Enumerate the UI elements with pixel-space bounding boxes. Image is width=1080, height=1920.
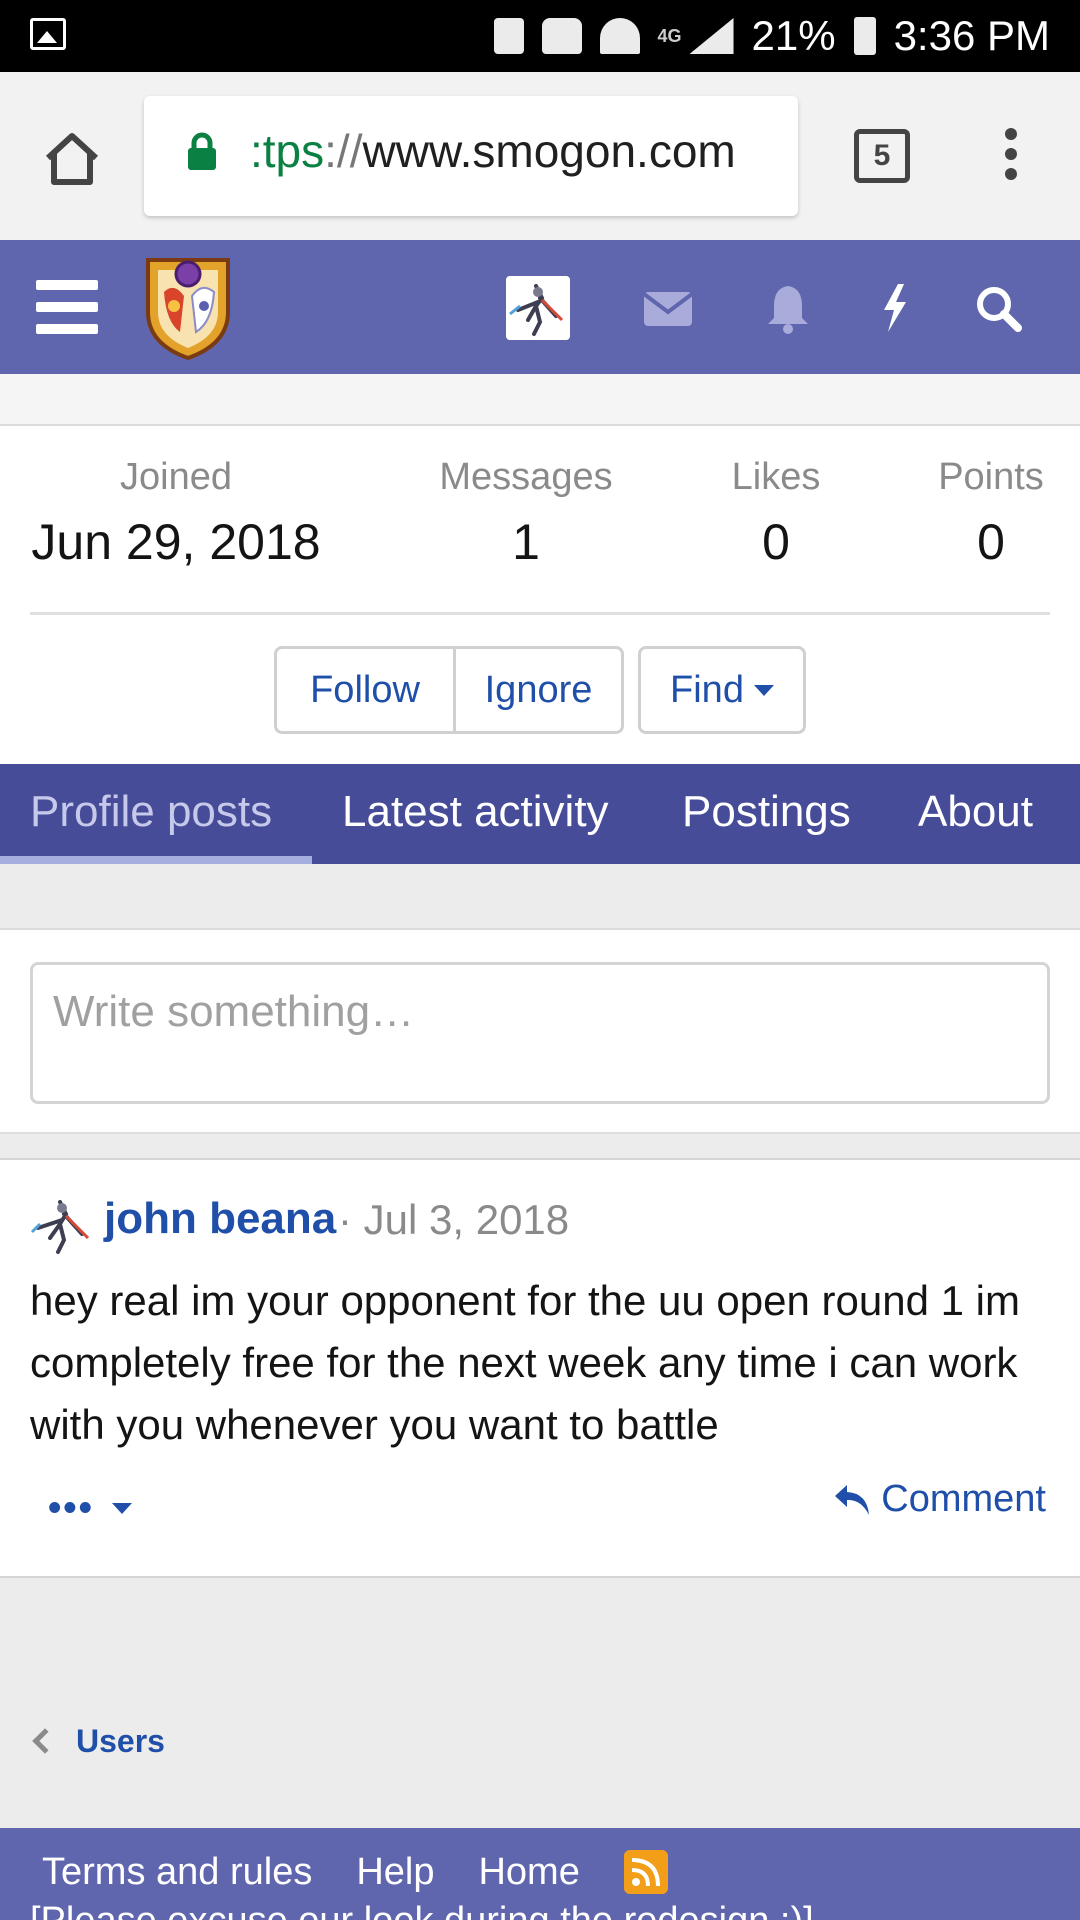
url-host: www.smogon.com xyxy=(362,125,736,177)
tab-latest-activity[interactable]: Latest activity xyxy=(342,764,609,864)
stat-value: 0 xyxy=(762,514,790,570)
stat-label: Messages xyxy=(439,456,613,498)
battery-percent: 21% xyxy=(751,12,836,59)
stat-label: Joined xyxy=(120,456,232,498)
profile-stats-card: Joined Jun 29, 2018 Messages 1 Likes 0 P… xyxy=(0,374,1080,764)
home-icon[interactable] xyxy=(42,128,102,188)
status-icons: 4G 21% 3:36 PM xyxy=(493,12,1050,60)
composer-section: Write something… xyxy=(0,928,1080,1134)
reply-icon xyxy=(835,1484,870,1515)
mail-icon[interactable] xyxy=(640,280,696,336)
stat-messages: Messages 1 xyxy=(420,456,632,571)
footer-links: Terms and rules Help Home xyxy=(42,1850,668,1894)
find-button[interactable]: Find xyxy=(641,649,803,731)
ignore-button[interactable]: Ignore xyxy=(453,649,621,731)
comment-label: Comment xyxy=(881,1478,1046,1520)
chevron-left-icon xyxy=(32,1728,58,1754)
stat-likes: Likes 0 xyxy=(706,456,846,571)
stat-label: Likes xyxy=(731,456,821,498)
sim-icon xyxy=(493,18,524,54)
battery-icon xyxy=(853,17,876,55)
bell-icon[interactable] xyxy=(760,280,816,336)
footer-link-terms[interactable]: Terms and rules xyxy=(42,1851,312,1894)
site-footer: Terms and rules Help Home [Please excuse… xyxy=(0,1828,1080,1920)
network-type: 4G xyxy=(657,25,682,46)
stat-value: 0 xyxy=(977,514,1005,570)
post-author-link[interactable]: john beana xyxy=(104,1194,336,1244)
signal-icon xyxy=(689,18,734,54)
find-label: Find xyxy=(670,668,744,711)
write-something-input[interactable]: Write something… xyxy=(30,962,1050,1104)
stat-value: Jun 29, 2018 xyxy=(31,514,321,570)
status-bar: 4G 21% 3:36 PM xyxy=(0,0,1080,72)
profile-post: john beana · Jul 3, 2018 hey real im you… xyxy=(0,1158,1080,1578)
tab-profile-posts[interactable]: Profile posts xyxy=(30,764,272,864)
active-tab-indicator xyxy=(0,856,312,864)
chevron-down-icon xyxy=(753,684,774,696)
gallery-icon xyxy=(30,18,66,50)
url-scheme: :tps xyxy=(250,125,325,177)
stat-label: Points xyxy=(938,456,1044,498)
bolt-icon[interactable] xyxy=(866,280,922,336)
site-logo[interactable] xyxy=(138,252,238,362)
footer-link-help[interactable]: Help xyxy=(356,1851,434,1894)
lock-icon xyxy=(188,132,216,170)
divider xyxy=(30,612,1050,615)
stat-value: 1 xyxy=(512,514,540,570)
profile-header-edge xyxy=(0,374,1080,426)
tab-postings[interactable]: Postings xyxy=(682,764,851,864)
follow-button[interactable]: Follow xyxy=(277,649,453,731)
hamburger-icon[interactable] xyxy=(36,280,98,334)
chevron-down-icon xyxy=(111,1502,132,1514)
url-separator: :// xyxy=(324,125,363,177)
rss-icon[interactable] xyxy=(623,1850,668,1894)
more-dots: ••• xyxy=(48,1486,94,1529)
post-date[interactable]: · Jul 3, 2018 xyxy=(338,1196,569,1244)
post-more-menu[interactable]: ••• xyxy=(48,1486,132,1529)
search-icon[interactable] xyxy=(970,280,1026,336)
profile-tabs: Profile posts Latest activity Postings A… xyxy=(0,764,1080,864)
tab-switcher-button[interactable]: 5 xyxy=(854,129,910,183)
user-avatar[interactable] xyxy=(506,276,570,340)
tab-about[interactable]: About xyxy=(918,764,1033,864)
follow-ignore-group: Follow Ignore xyxy=(274,646,624,734)
find-group: Find xyxy=(638,646,806,734)
clock: 3:36 PM xyxy=(893,12,1050,59)
post-body: hey real im your opponent for the uu ope… xyxy=(30,1277,1020,1448)
wifi-icon xyxy=(599,18,640,54)
mute-icon xyxy=(541,18,582,54)
breadcrumb: Users xyxy=(30,1720,165,1762)
comment-button[interactable]: Comment xyxy=(833,1478,1046,1521)
menu-icon[interactable] xyxy=(998,128,1024,188)
address-bar[interactable]: :tps://www.smogon.com xyxy=(144,96,798,216)
breadcrumb-users-link[interactable]: Users xyxy=(76,1723,165,1760)
stat-points: Points 0 xyxy=(922,456,1060,571)
author-avatar[interactable] xyxy=(30,1194,92,1256)
footer-link-home[interactable]: Home xyxy=(478,1851,579,1894)
browser-toolbar: :tps://www.smogon.com 5 xyxy=(0,72,1080,240)
footer-note: [Please excuse our look during the redes… xyxy=(30,1900,814,1920)
stat-joined: Joined Jun 29, 2018 xyxy=(30,456,322,571)
url-text: :tps://www.smogon.com xyxy=(250,124,736,178)
site-navbar xyxy=(0,240,1080,374)
